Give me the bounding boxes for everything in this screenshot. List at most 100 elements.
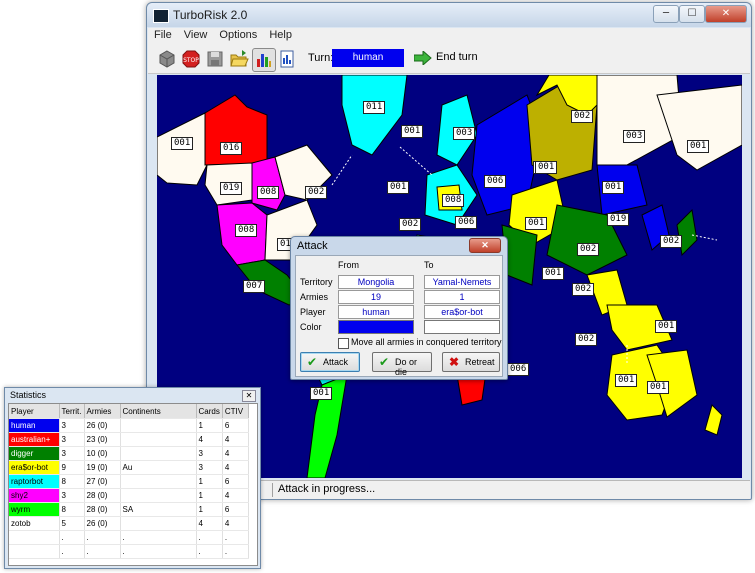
table-cell: . [120, 530, 197, 545]
column-header[interactable]: Player [9, 404, 60, 419]
window-title: TurboRisk 2.0 [173, 8, 248, 22]
status-separator [272, 483, 273, 497]
table-cell [120, 432, 197, 447]
column-header[interactable]: Cards [196, 404, 223, 419]
table-cell: Au [120, 460, 197, 475]
army-count-label: 019 [220, 182, 243, 195]
end-turn-button[interactable]: End turn [414, 49, 484, 69]
table-row[interactable]: ..... [9, 544, 249, 559]
army-count-label: 001 [687, 140, 710, 153]
from-armies-field: 19 [338, 290, 414, 304]
column-header[interactable]: Armies [84, 404, 121, 419]
column-header[interactable]: Continents [120, 404, 197, 419]
army-count-label: 008 [235, 224, 258, 237]
table-row[interactable]: australian+ 3 23 (0) 4 4 [9, 432, 249, 447]
attack-dialog-close-button[interactable]: ✕ [469, 238, 501, 253]
statistics-button[interactable] [252, 48, 276, 72]
army-count-label: 001 [647, 381, 670, 394]
table-row[interactable]: raptorbot 8 27 (0) 1 6 [9, 474, 249, 489]
army-count-label: 007 [243, 280, 266, 293]
table-cell: . [222, 544, 249, 559]
table-cell: 26 (0) [84, 516, 121, 531]
folder-icon [230, 50, 249, 67]
column-header[interactable]: CTIV [222, 404, 249, 419]
table-row[interactable]: wyrm 8 28 (0) SA 1 6 [9, 502, 249, 517]
army-count-label: 008 [442, 194, 465, 207]
table-cell: 26 (0) [84, 418, 121, 433]
army-count-label: 003 [453, 127, 476, 140]
table-cell: 3 [59, 432, 85, 447]
player-name-cell: raptorbot [9, 474, 60, 489]
statistics-header-row: Player Territ. Armies Continents Cards C… [9, 404, 249, 419]
player-name-cell: australian+ [9, 432, 60, 447]
table-cell: 28 (0) [84, 502, 121, 517]
statistics-grid: Player Territ. Armies Continents Cards C… [8, 403, 258, 566]
bar-chart-icon [257, 54, 271, 67]
minimize-button[interactable]: ─ [653, 5, 679, 23]
table-row[interactable]: zotob 5 26 (0) 4 4 [9, 516, 249, 531]
menu-view[interactable]: View [178, 28, 214, 42]
table-cell: 6 [222, 418, 249, 433]
table-row[interactable]: digger 3 10 (0) 3 4 [9, 446, 249, 461]
table-cell: 4 [222, 446, 249, 461]
territory-new-zealand[interactable] [704, 404, 723, 436]
arrow-right-icon [414, 51, 432, 65]
army-count-label: 002 [575, 333, 598, 346]
armies-row-label: Armies [300, 292, 329, 302]
to-armies-field: 1 [424, 290, 500, 304]
table-row[interactable]: human 3 26 (0) 1 6 [9, 418, 249, 433]
menu-help[interactable]: Help [263, 28, 298, 42]
territory-greenland[interactable] [341, 75, 408, 156]
territory-kamchatka[interactable] [656, 84, 742, 171]
army-count-label: 001 [535, 161, 558, 174]
close-button[interactable]: ✕ [705, 5, 747, 23]
attack-dialog: Attack ✕ From To Territory Mongolia Yama… [290, 236, 508, 380]
menu-options[interactable]: Options [213, 28, 263, 42]
table-row[interactable]: era$or-bot 9 19 (0) Au 3 4 [9, 460, 249, 475]
report-icon [280, 50, 294, 68]
statistics-close-button[interactable]: ✕ [242, 390, 256, 402]
table-cell: SA [120, 502, 197, 517]
table-cell: 10 (0) [84, 446, 121, 461]
move-all-checkbox[interactable] [338, 338, 349, 349]
army-count-label: 006 [507, 363, 530, 376]
do-or-die-button[interactable]: ✔ Do or die [372, 352, 432, 377]
table-cell: 3 [196, 446, 223, 461]
army-count-label: 001 [655, 320, 678, 333]
table-cell: 3 [59, 446, 85, 461]
table-cell: 6 [222, 502, 249, 517]
retreat-button[interactable]: ✖ Retreat [442, 352, 500, 372]
army-count-label: 001 [542, 267, 565, 280]
table-cell: 1 [196, 474, 223, 489]
table-cell: 9 [59, 460, 85, 475]
player-name-cell [9, 530, 60, 545]
territory-japan[interactable] [676, 208, 698, 257]
connector-quebec-greenland [331, 154, 353, 186]
menu-bar: File View Options Help [148, 28, 750, 45]
column-header[interactable]: Territ. [59, 404, 85, 419]
maximize-button[interactable]: ☐ [679, 5, 705, 23]
table-cell: 3 [59, 418, 85, 433]
save-button[interactable] [204, 48, 226, 70]
turn-player-indicator: human [332, 49, 404, 67]
table-row[interactable]: ..... [9, 530, 249, 545]
open-button[interactable] [228, 48, 250, 70]
attack-button[interactable]: ✔ Attack [300, 352, 360, 372]
table-cell [120, 488, 197, 503]
menu-file[interactable]: File [148, 28, 178, 42]
table-cell [120, 516, 197, 531]
army-count-label: 001 [401, 125, 424, 138]
stop-button[interactable]: STOP [180, 48, 202, 70]
army-count-label: 002 [305, 186, 328, 199]
table-row[interactable]: shy2 3 28 (0) 1 4 [9, 488, 249, 503]
table-cell [120, 446, 197, 461]
army-count-label: 002 [571, 110, 594, 123]
table-cell: 23 (0) [84, 432, 121, 447]
table-cell: 1 [196, 418, 223, 433]
report-button[interactable] [276, 48, 298, 70]
title-bar[interactable]: TurboRisk 2.0 ─ ☐ ✕ [147, 3, 751, 27]
attack-dialog-title: Attack [297, 240, 328, 252]
new-game-button[interactable] [156, 48, 178, 70]
checkmark-icon: ✔ [307, 355, 318, 369]
table-cell: . [84, 544, 121, 559]
